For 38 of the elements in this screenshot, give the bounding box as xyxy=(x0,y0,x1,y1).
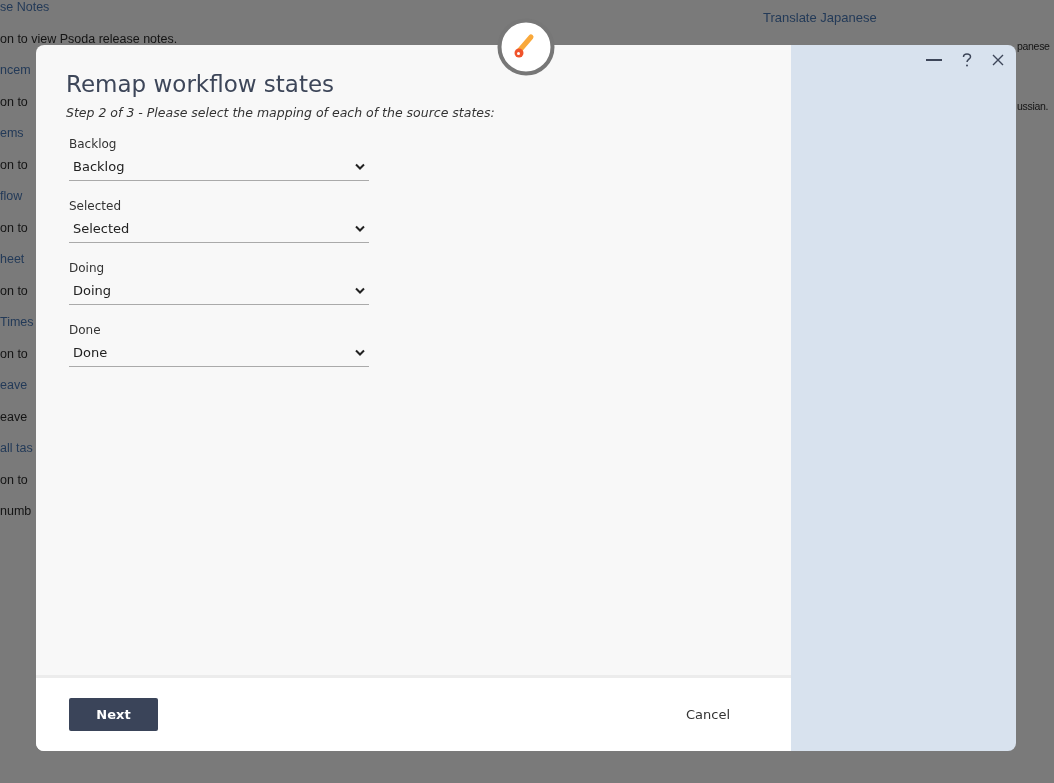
page-link[interactable]: eave xyxy=(0,374,28,406)
page-text: ussian. xyxy=(1017,100,1049,112)
page-text: numb xyxy=(0,503,32,520)
dropdown-field[interactable]: Done xyxy=(69,338,369,367)
page-link[interactable]: flow xyxy=(0,185,23,217)
page-text: on to xyxy=(0,156,28,174)
page-text: eave xyxy=(0,408,28,426)
page-text: on to xyxy=(0,93,28,111)
chevron-down-icon xyxy=(355,348,365,356)
dropdown-field[interactable]: Selected xyxy=(69,214,369,243)
dropdown-field[interactable]: Backlog xyxy=(69,152,369,181)
page-text: on to xyxy=(0,471,28,489)
help-icon[interactable] xyxy=(962,53,972,67)
page-text: panese xyxy=(1017,40,1050,52)
chevron-down-icon xyxy=(355,286,365,294)
page-link[interactable]: heet xyxy=(0,248,25,280)
page-link[interactable]: all tas xyxy=(0,437,33,469)
page-text: on to view Psoda release notes. xyxy=(0,30,178,48)
page-text: on to xyxy=(0,345,28,363)
field-label: Done xyxy=(69,322,102,338)
page-link[interactable]: Times xyxy=(0,311,34,343)
chevron-down-icon xyxy=(355,162,365,170)
close-icon[interactable] xyxy=(992,54,1004,66)
page-link[interactable]: se Notes xyxy=(0,0,50,28)
field-label: Doing xyxy=(69,260,106,276)
page-link[interactable]: ncem xyxy=(0,59,31,91)
page-text: on to xyxy=(0,219,28,237)
next-button[interactable]: Next xyxy=(69,698,158,731)
dialog-title: Remap workflow states xyxy=(66,71,336,97)
chevron-down-icon xyxy=(355,224,365,232)
step-instructions: Step 2 of 3 - Please select the mapping of each of the source states: xyxy=(66,105,496,120)
page-link[interactable]: Translate Japanese xyxy=(763,10,877,25)
page-link[interactable]: ems xyxy=(0,122,24,154)
cancel-button[interactable]: Cancel xyxy=(679,706,736,723)
page-text: on to xyxy=(0,282,28,300)
field-label: Backlog xyxy=(69,136,118,152)
dropdown-field[interactable]: Doing xyxy=(69,276,369,305)
field-label: Selected xyxy=(69,198,123,214)
